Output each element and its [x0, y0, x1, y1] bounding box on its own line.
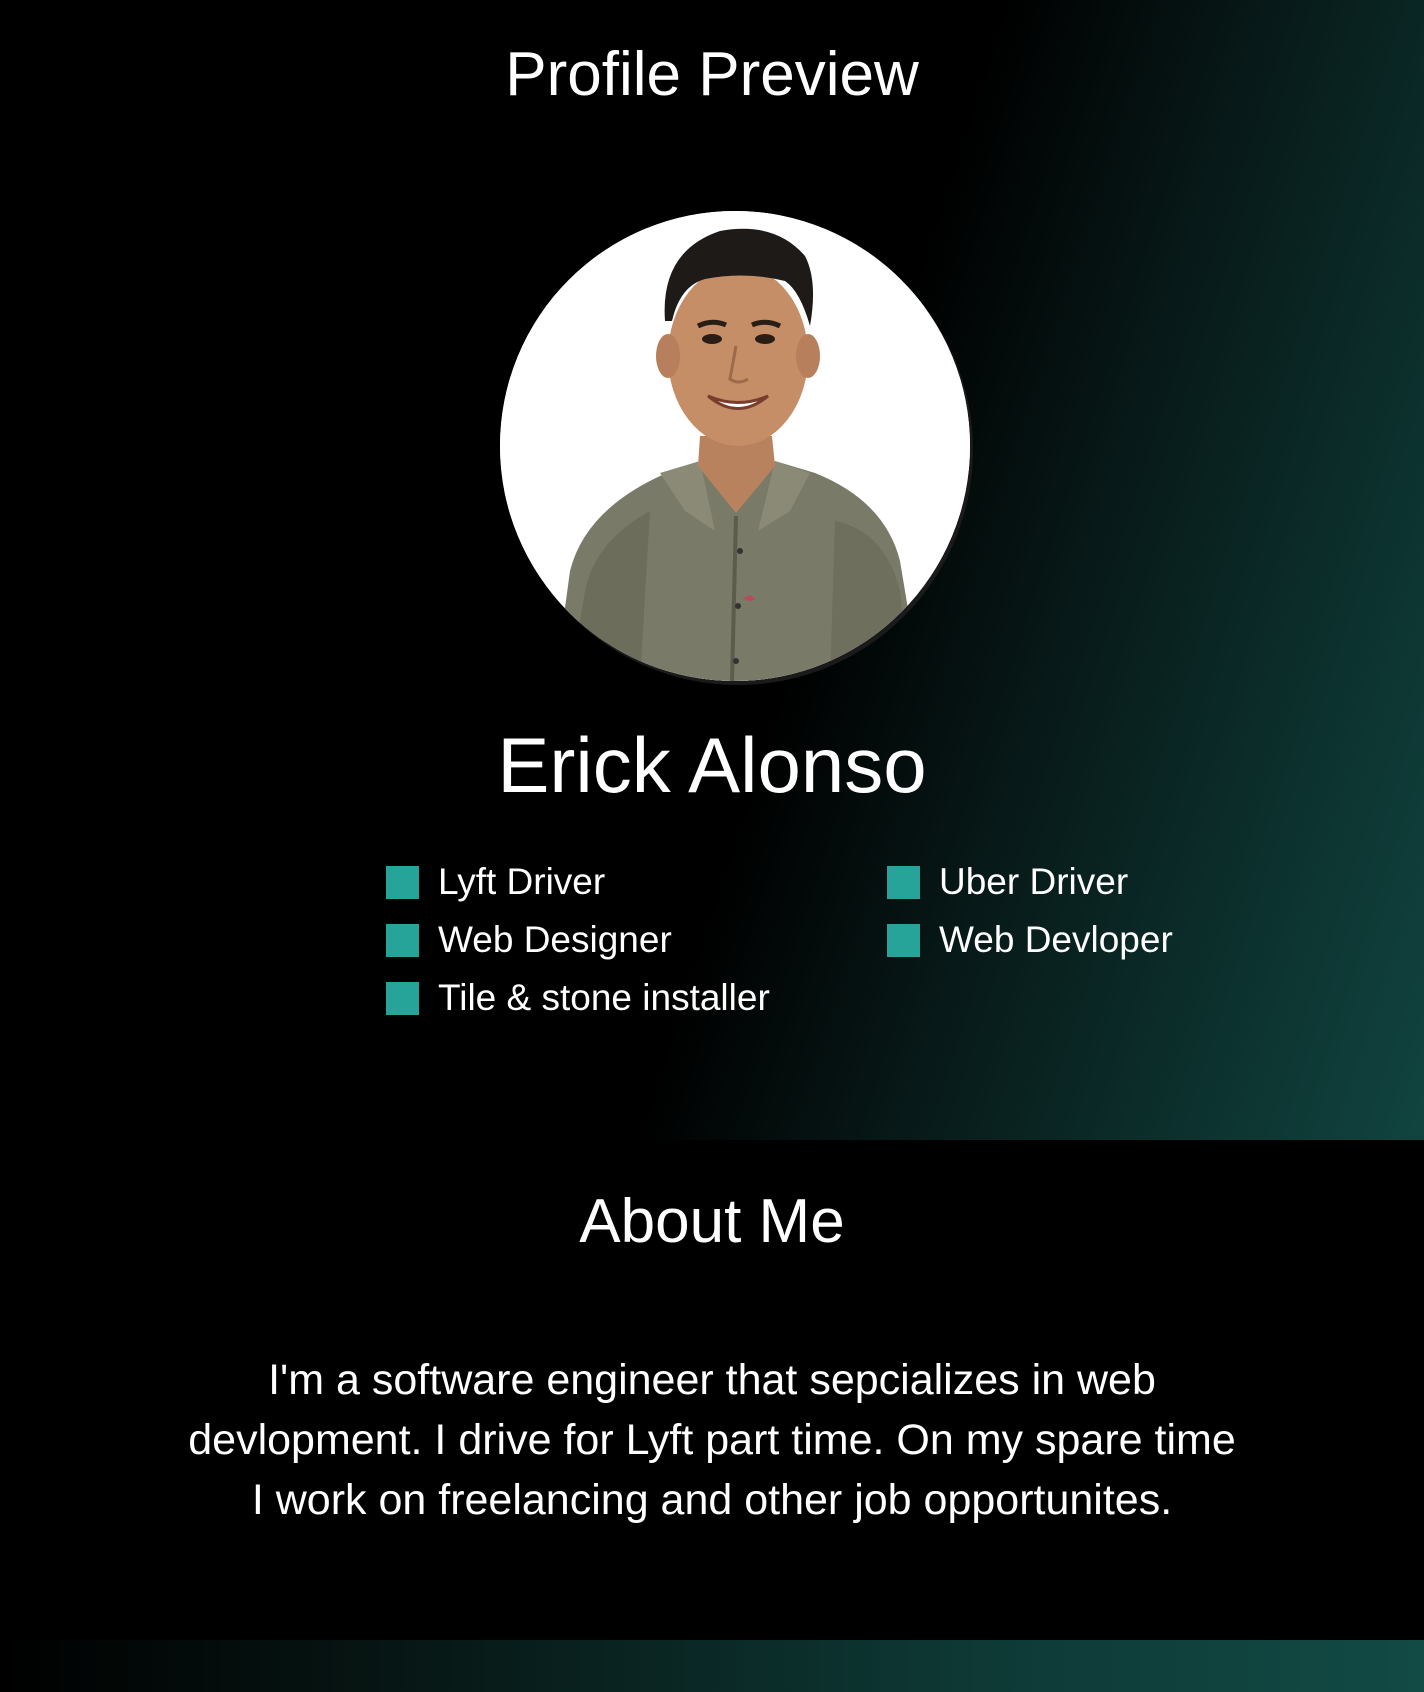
profile-hero-section: Profile Preview Erick Alonso Lyft Driver… [0, 0, 1424, 1140]
square-bullet-icon [386, 865, 419, 899]
square-bullet-icon [887, 865, 920, 899]
role-item: Tile & stone installer [386, 974, 770, 1022]
about-text: I'm a software engineer that sepcializes… [188, 1356, 1236, 1524]
role-item: Uber Driver [887, 858, 1128, 906]
role-label: Lyft Driver [438, 861, 606, 902]
role-label: Uber Driver [939, 861, 1129, 902]
role-label: Web Devloper [939, 919, 1173, 960]
square-bullet-icon [887, 923, 920, 957]
role-label: Web Designer [438, 919, 672, 960]
footer-bar [0, 1640, 1424, 1692]
role-item: Web Devloper [887, 916, 1173, 964]
about-title: About Me [579, 1187, 845, 1256]
profile-avatar [500, 211, 970, 681]
square-bullet-icon [386, 923, 419, 957]
roles-list: Lyft Driver Uber Driver Web Designer Web… [386, 858, 1286, 1048]
profile-name: Erick Alonso [497, 721, 927, 809]
page-title: Profile Preview [505, 40, 919, 109]
role-item: Web Designer [386, 916, 672, 964]
role-label: Tile & stone installer [438, 977, 770, 1018]
square-bullet-icon [386, 981, 419, 1015]
profile-photo [500, 211, 970, 681]
role-item: Lyft Driver [386, 858, 605, 906]
